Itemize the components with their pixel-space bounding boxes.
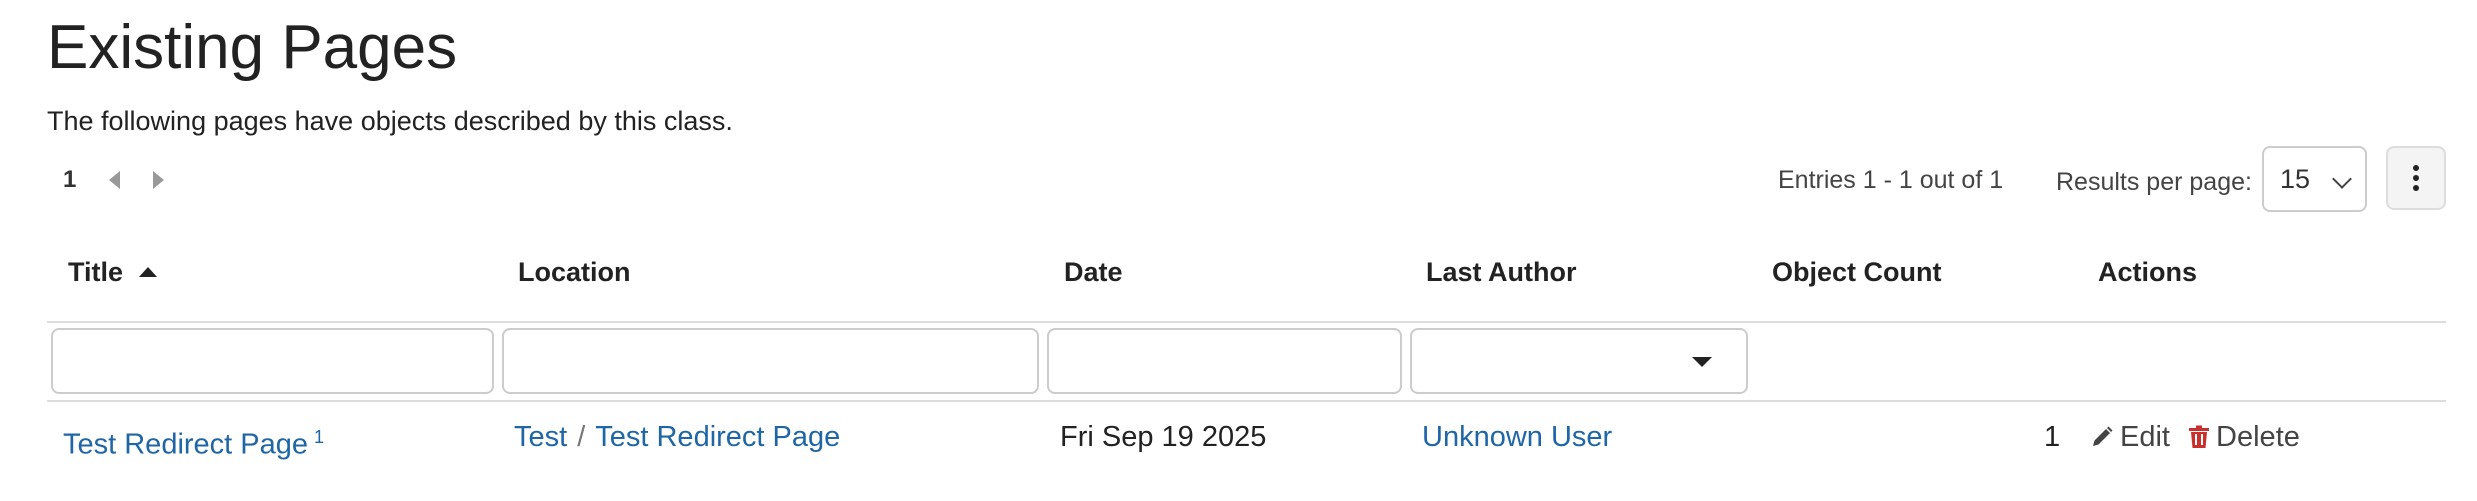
page-title-link[interactable]: Test Redirect Page [63, 429, 308, 461]
column-header-date[interactable]: Date [1064, 254, 1123, 290]
next-page-button[interactable] [146, 160, 170, 200]
existing-pages-section: Existing Pages The following pages have … [0, 0, 2477, 501]
column-header-last-author[interactable]: Last Author [1426, 254, 1577, 290]
pagination: 1 [47, 160, 190, 200]
delete-label: Delete [2216, 421, 2300, 453]
breadcrumb-separator: / [577, 421, 586, 453]
page-title: Existing Pages [47, 13, 458, 82]
column-header-location[interactable]: Location [518, 254, 631, 290]
date-cell: Fri Sep 19 2025 [1060, 421, 1267, 453]
pencil-icon [2093, 426, 2113, 446]
current-page-number: 1 [63, 166, 77, 193]
edit-label: Edit [2120, 421, 2170, 453]
results-per-page-select[interactable]: 15 [2262, 146, 2367, 212]
location-page-link[interactable]: Test Redirect Page [595, 421, 840, 453]
column-header-object-count[interactable]: Object Count [1772, 254, 1942, 290]
actions-cell: Edit Delete [2090, 418, 2310, 459]
prev-page-button[interactable] [102, 160, 126, 200]
last-author-filter-select[interactable] [1410, 328, 1748, 394]
location-cell: Test / Test Redirect Page [514, 418, 840, 456]
chevron-down-icon [2332, 169, 2352, 189]
location-parent-link[interactable]: Test [514, 421, 567, 453]
location-filter-input[interactable] [502, 328, 1039, 394]
caret-down-icon [1692, 357, 1712, 367]
title-marker: 1 [314, 427, 325, 447]
table-options-menu-button[interactable] [2386, 146, 2446, 210]
header-divider [47, 321, 2446, 323]
object-count-cell: 1 [2044, 421, 2061, 453]
column-header-title[interactable]: Title [68, 254, 158, 290]
filter-divider [47, 400, 2446, 402]
edit-button[interactable]: Edit [2090, 418, 2170, 456]
kebab-menu-icon [2413, 165, 2419, 171]
results-per-page-label: Results per page: [2056, 168, 2252, 196]
column-header-actions: Actions [2098, 257, 2198, 287]
trash-icon [2189, 425, 2210, 448]
page-description: The following pages have objects describ… [47, 106, 733, 136]
title-cell: Test Redirect Page 1 [63, 418, 324, 464]
sort-ascending-icon [139, 267, 158, 277]
chevron-right-icon [152, 171, 164, 189]
entries-count: Entries 1 - 1 out of 1 [1778, 166, 2004, 194]
chevron-left-icon [108, 171, 120, 189]
author-link[interactable]: Unknown User [1422, 421, 1612, 453]
results-per-page-value: 15 [2280, 163, 2311, 194]
delete-button[interactable]: Delete [2188, 418, 2300, 456]
title-filter-input[interactable] [51, 328, 494, 394]
date-filter-input[interactable] [1047, 328, 1402, 394]
last-author-cell: Unknown User [1422, 418, 1612, 456]
